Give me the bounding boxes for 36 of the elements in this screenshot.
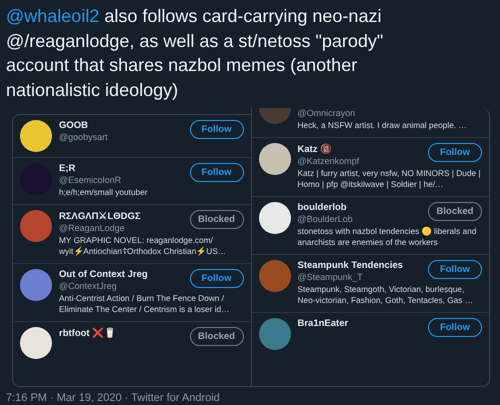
account-name: Out of Context Jreg — [59, 268, 148, 280]
account-handle: @Katzenkompf — [298, 156, 360, 166]
account-name: rbtfoot ❌🥛 — [59, 326, 116, 338]
account-bio: MY GRAPHIC NOVEL: reaganlodge.com/ wyit⚡Antiochian☦Orthodox Christian⚡US… — [59, 234, 228, 258]
account-name: RΣΛGΛП⚔LΘDGΣ — [59, 210, 141, 222]
account-handle: @Steampunk_T — [298, 272, 364, 282]
account-bio: Steampunk, Steamgoth, Victorian, burlesque, Neo-victorian, Fashion, Goth, Tentacles, Gas … — [298, 284, 474, 306]
account-name: GOOB — [59, 120, 90, 131]
follow-button[interactable]: Follow — [190, 120, 244, 139]
account-bio: stonetoss with nazbol tendencies 🟡 liberals and anarchists are enemies of the workers — [298, 226, 478, 248]
account-name: boulderlob — [298, 202, 348, 212]
account-name: Steampunk Tendencies — [298, 260, 403, 270]
account-bio: Anti-Centrist Action / Burn The Fence Down / Eliminate The Center / Centrism is a loser id… — [59, 292, 230, 316]
account-handle: @Omnicrayon — [298, 108, 356, 118]
blocked-button[interactable]: Blocked — [428, 202, 482, 220]
account-handle: @ContextJreg — [59, 280, 118, 290]
follow-button[interactable]: Follow — [428, 260, 482, 278]
account-name: E;R — [59, 163, 76, 174]
tweet-timestamp: 7:16 PM · Mar 19, 2020 · Twitter for Android — [6, 392, 221, 404]
account-handle: @BoulderLob — [298, 214, 353, 224]
account-bio: h;e/h;em/small youtuber — [59, 187, 149, 198]
account-handle: @goobysart — [59, 132, 108, 142]
account-name: Bra1nEater — [298, 318, 348, 328]
follow-button[interactable]: Follow — [190, 163, 244, 182]
follow-button[interactable]: Follow — [428, 318, 482, 336]
account-name: Katz 🔞 — [298, 142, 334, 154]
blocked-button[interactable]: Blocked — [190, 210, 244, 228]
blocked-button[interactable]: Blocked — [190, 326, 244, 346]
follow-button[interactable]: Follow — [428, 142, 482, 162]
account-handle: @ReaganLodge — [59, 222, 126, 232]
mention-link[interactable]: @whaleoil2 — [6, 6, 100, 26]
account-bio: Katz | furry artist, very nsfw, NO MINORS | Dude | Homo | pfp @itskilwave | Soldier | he/… — [298, 168, 482, 190]
account-handle: @EsemicolonR — [59, 175, 122, 185]
tweet-text: @whaleoil2 also follows card-carrying neo-nazi @/reaganlodge, as well as a st/netoss "parody" account that shares nazbol memes (another nationalistic ideology) — [6, 5, 384, 102]
account-bio: Heck, a NSFW artist. I draw animal people. … — [298, 120, 468, 132]
follow-button[interactable]: Follow — [190, 268, 244, 288]
